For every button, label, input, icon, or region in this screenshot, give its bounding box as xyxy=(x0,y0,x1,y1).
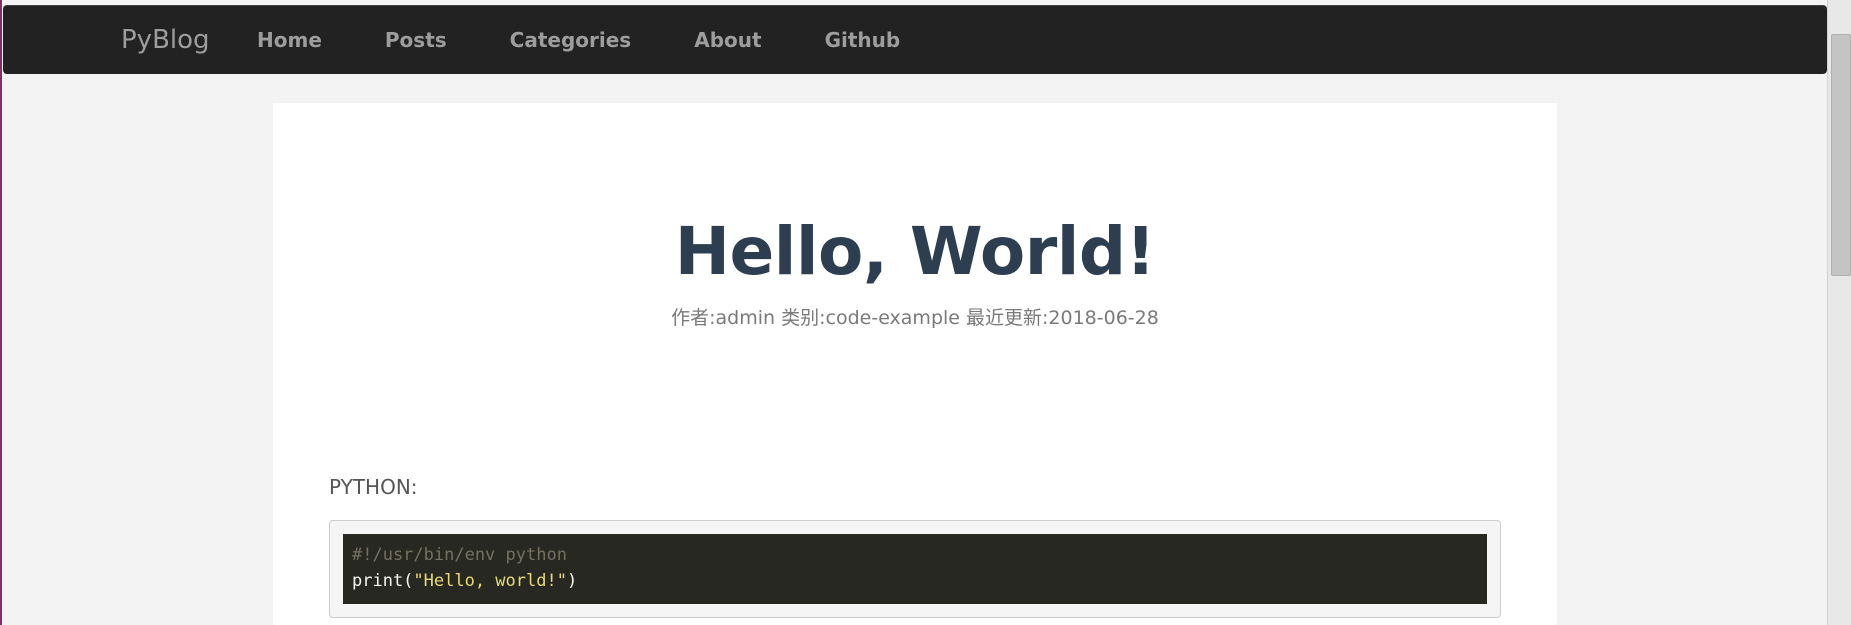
nav-link-github[interactable]: Github xyxy=(825,28,901,52)
post-meta: 作者:admin 类别:code-example 最近更新:2018-06-28 xyxy=(671,307,1159,329)
vertical-scrollbar[interactable] xyxy=(1827,0,1851,625)
code-block-wrapper: #!/usr/bin/env python print("Hello, worl… xyxy=(329,520,1501,618)
code-comment: #!/usr/bin/env python xyxy=(352,545,567,565)
window-edge xyxy=(0,0,2,625)
nav-link-categories[interactable]: Categories xyxy=(510,28,632,52)
code-block[interactable]: #!/usr/bin/env python print("Hello, worl… xyxy=(343,534,1487,604)
code-function: print( xyxy=(352,571,414,591)
post-container: Hello, World! 作者:admin 类别:code-example 最… xyxy=(273,103,1557,625)
code-language-label: PYTHON: xyxy=(329,475,418,499)
nav-links: Home Posts Categories About Github xyxy=(257,6,900,74)
browser-viewport: PyBlog Home Posts Categories About Githu… xyxy=(0,0,1851,625)
code-paren: ) xyxy=(566,571,578,591)
code-string: "Hello, world!" xyxy=(413,571,567,591)
nav-link-about[interactable]: About xyxy=(694,28,761,52)
top-navbar: PyBlog Home Posts Categories About Githu… xyxy=(3,5,1827,74)
code-line-1: #!/usr/bin/env python xyxy=(352,542,1478,568)
brand-logo-link[interactable]: PyBlog xyxy=(121,6,210,74)
nav-link-posts[interactable]: Posts xyxy=(385,28,447,52)
nav-link-home[interactable]: Home xyxy=(257,28,322,52)
scrollbar-thumb[interactable] xyxy=(1831,34,1851,276)
code-line-2: print("Hello, world!") xyxy=(352,568,1478,594)
post-title: Hello, World! xyxy=(674,213,1156,290)
